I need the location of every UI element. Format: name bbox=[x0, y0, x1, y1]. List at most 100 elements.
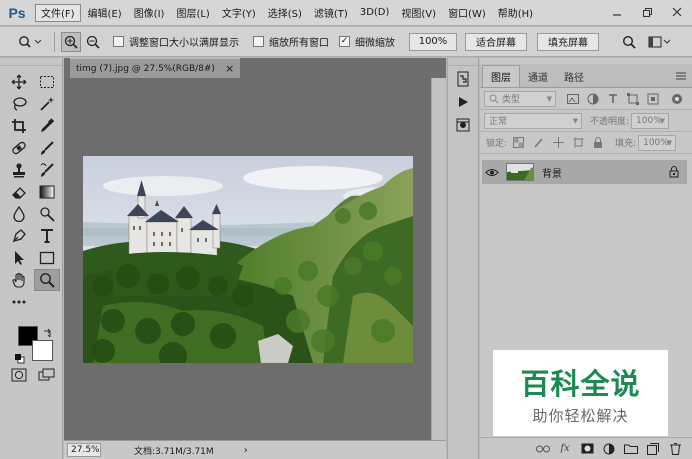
eraser-icon bbox=[12, 187, 26, 199]
menu-window[interactable]: 窗口(W) bbox=[443, 4, 491, 22]
pen-tool[interactable] bbox=[6, 225, 32, 247]
eyedropper-tool[interactable] bbox=[34, 115, 60, 137]
zoom-out-icon bbox=[86, 35, 100, 49]
marquee-tool[interactable] bbox=[34, 71, 60, 93]
properties-panel-button[interactable] bbox=[451, 115, 475, 135]
menu-help[interactable]: 帮助(H) bbox=[493, 4, 538, 22]
tool-preset-picker[interactable] bbox=[12, 31, 48, 53]
lock-transparent-icon[interactable] bbox=[511, 136, 525, 150]
filter-toggle-icon[interactable] bbox=[670, 92, 684, 106]
minimize-icon[interactable] bbox=[602, 0, 632, 24]
menu-view[interactable]: 视图(V) bbox=[396, 4, 441, 22]
canvas-area[interactable] bbox=[64, 78, 446, 440]
menu-edit[interactable]: 编辑(E) bbox=[83, 4, 127, 22]
layer-filter-dropdown[interactable]: 类型 ▼ bbox=[484, 90, 556, 107]
link-layers-icon[interactable] bbox=[532, 441, 554, 457]
move-tool[interactable] bbox=[6, 71, 32, 93]
layer-row[interactable]: 背景 bbox=[482, 160, 687, 184]
lock-artboard-icon[interactable] bbox=[571, 136, 585, 150]
layer-style-icon[interactable]: fx bbox=[554, 441, 576, 457]
zoom-out-button[interactable] bbox=[83, 32, 103, 52]
clone-stamp-tool[interactable] bbox=[6, 159, 32, 181]
tab-paths[interactable]: 路径 bbox=[556, 65, 592, 87]
visibility-eye-icon[interactable] bbox=[482, 168, 502, 177]
menu-type[interactable]: 文字(Y) bbox=[217, 4, 261, 22]
zoom-in-button[interactable] bbox=[61, 31, 81, 52]
menu-layer[interactable]: 图层(L) bbox=[171, 4, 214, 22]
restore-icon[interactable] bbox=[632, 0, 662, 24]
filter-adjustment-icon[interactable] bbox=[586, 92, 600, 106]
quick-mask-button[interactable] bbox=[6, 364, 32, 386]
zoom-all-windows-label: 缩放所有窗口 bbox=[269, 38, 329, 49]
default-colors-icon[interactable] bbox=[14, 353, 25, 364]
fill-field[interactable]: 100% ▼ bbox=[638, 134, 677, 151]
document-window: timg (7).jpg @ 27.5%(RGB/8#) × 27.5% 文档:… bbox=[64, 58, 446, 459]
lock-pixels-icon[interactable] bbox=[531, 136, 545, 150]
eraser-tool[interactable] bbox=[6, 181, 32, 203]
type-tool[interactable] bbox=[34, 225, 60, 247]
tab-channels[interactable]: 通道 bbox=[520, 65, 556, 87]
more-tools-button[interactable] bbox=[6, 291, 32, 313]
tab-layers[interactable]: 图层 bbox=[482, 65, 520, 87]
blur-tool[interactable] bbox=[6, 203, 32, 225]
vertical-scrollbar[interactable] bbox=[431, 78, 446, 440]
brush-tool[interactable] bbox=[34, 137, 60, 159]
panel-menu-icon[interactable] bbox=[676, 65, 686, 87]
menu-file[interactable]: 文件(F) bbox=[35, 3, 81, 22]
adjustment-layer-icon[interactable] bbox=[598, 441, 620, 457]
close-tab-icon[interactable]: × bbox=[225, 62, 234, 75]
rectangle-tool[interactable] bbox=[34, 247, 60, 269]
zoom-tool[interactable] bbox=[34, 269, 60, 291]
magic-wand-tool[interactable] bbox=[34, 93, 60, 115]
fit-screen-button[interactable]: 适合屏幕 bbox=[465, 32, 527, 51]
zoom-all-windows-checkbox[interactable]: 缩放所有窗口 bbox=[253, 34, 329, 49]
lock-all-icon[interactable] bbox=[591, 136, 605, 150]
filter-pixel-icon[interactable] bbox=[566, 92, 580, 106]
resize-windows-checkbox[interactable]: 调整窗口大小以满屏显示 bbox=[113, 34, 239, 49]
dodge-tool[interactable] bbox=[34, 203, 60, 225]
crop-tool[interactable] bbox=[6, 115, 32, 137]
menu-image[interactable]: 图像(I) bbox=[129, 4, 170, 22]
zoom-100-button[interactable]: 100% bbox=[409, 32, 457, 51]
status-menu-arrow[interactable]: › bbox=[244, 445, 248, 456]
swap-colors-icon[interactable] bbox=[43, 328, 53, 338]
history-brush-tool[interactable] bbox=[34, 159, 60, 181]
history-panel-button[interactable] bbox=[451, 69, 475, 89]
filter-smart-object-icon[interactable] bbox=[646, 92, 660, 106]
fill-screen-button[interactable]: 填充屏幕 bbox=[537, 32, 599, 51]
document-tab[interactable]: timg (7).jpg @ 27.5%(RGB/8#) × bbox=[70, 58, 241, 78]
panel-grip[interactable] bbox=[448, 58, 478, 66]
castle-photo bbox=[83, 156, 413, 363]
lasso-tool[interactable] bbox=[6, 93, 32, 115]
panel-grip[interactable] bbox=[0, 58, 62, 66]
filter-shape-icon[interactable] bbox=[626, 92, 640, 106]
lock-position-icon[interactable] bbox=[551, 136, 565, 150]
ellipsis-icon bbox=[12, 300, 26, 304]
new-group-icon[interactable] bbox=[620, 441, 642, 457]
zoom-level-field[interactable]: 27.5% bbox=[67, 443, 101, 457]
background-color-swatch[interactable] bbox=[32, 340, 53, 361]
gradient-tool[interactable] bbox=[34, 181, 60, 203]
screen-mode-icon bbox=[38, 368, 55, 381]
scrubby-zoom-checkbox[interactable]: ✓ 细微缩放 bbox=[339, 34, 395, 49]
menu-select[interactable]: 选择(S) bbox=[263, 4, 307, 22]
add-mask-icon[interactable] bbox=[576, 441, 598, 457]
close-icon[interactable] bbox=[662, 0, 692, 24]
path-selection-tool[interactable] bbox=[6, 247, 32, 269]
actions-panel-button[interactable] bbox=[451, 92, 475, 112]
menu-3d[interactable]: 3D(D) bbox=[355, 4, 395, 22]
new-layer-icon[interactable] bbox=[642, 441, 664, 457]
screen-mode-button[interactable] bbox=[34, 364, 60, 386]
delete-layer-icon[interactable] bbox=[664, 441, 686, 457]
menu-filter[interactable]: 滤镜(T) bbox=[309, 4, 353, 22]
opacity-field[interactable]: 100% ▼ bbox=[631, 112, 670, 129]
search-button[interactable] bbox=[619, 32, 639, 52]
resize-windows-label: 调整窗口大小以满屏显示 bbox=[129, 38, 239, 49]
blend-mode-dropdown[interactable]: 正常 ▼ bbox=[484, 112, 582, 129]
fill-label: 填充: bbox=[615, 139, 637, 149]
filter-type-icon[interactable] bbox=[606, 92, 620, 106]
healing-brush-tool[interactable] bbox=[6, 137, 32, 159]
hand-tool[interactable] bbox=[6, 269, 32, 291]
hand-icon bbox=[12, 272, 25, 288]
workspace-switcher[interactable] bbox=[647, 32, 673, 52]
